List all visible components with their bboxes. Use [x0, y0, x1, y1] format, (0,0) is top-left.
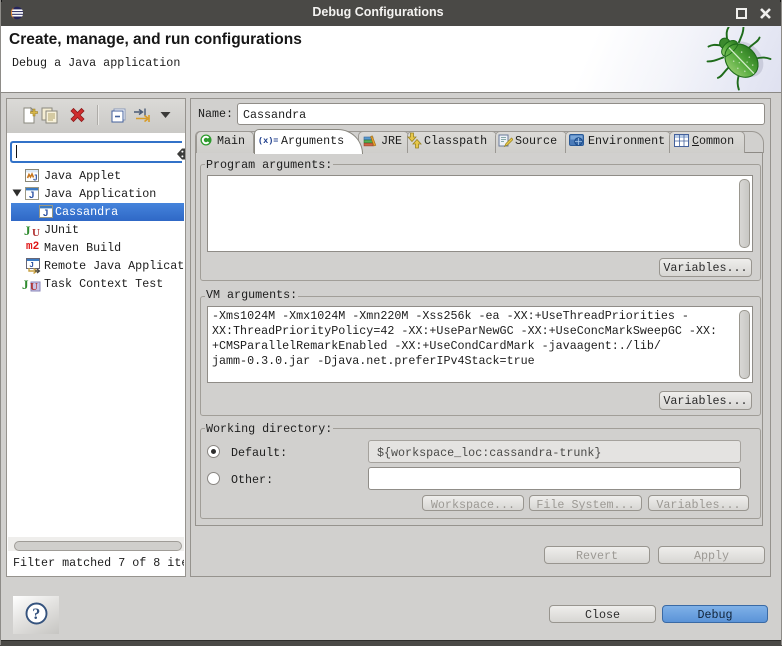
svg-text:J: J: [29, 190, 34, 200]
svg-text:J: J: [30, 260, 34, 269]
svg-text:?: ?: [32, 606, 40, 623]
svg-text:U: U: [30, 281, 38, 292]
svg-text:J: J: [43, 208, 48, 218]
svg-text:J: J: [24, 223, 31, 237]
svg-text:J: J: [22, 277, 29, 292]
svg-text:U: U: [32, 227, 40, 237]
svg-text:J: J: [33, 174, 37, 183]
